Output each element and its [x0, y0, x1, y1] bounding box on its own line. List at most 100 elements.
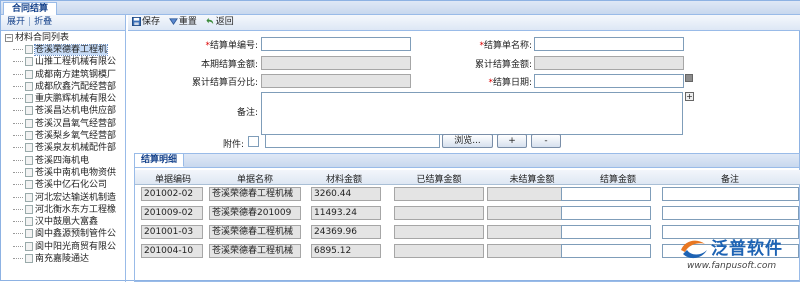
tree-item[interactable]: 汉中鼓凰大富鑫 — [1, 216, 125, 228]
tree-item[interactable]: 苍溪汉昌氧气经营部 — [1, 118, 125, 130]
tree-connector — [13, 208, 23, 210]
back-icon — [206, 17, 213, 25]
document-icon — [25, 118, 33, 128]
tree-item[interactable]: 苍溪昌达机电供应部 — [1, 105, 125, 117]
settle-no-input[interactable] — [261, 37, 411, 51]
document-icon — [25, 94, 33, 104]
grid-header-code: 单据编码 — [154, 175, 191, 185]
settle-name-label: *结算单名称: — [438, 38, 532, 51]
tree-item-label: 南充嘉陵通达 — [35, 254, 90, 265]
tab-strip: 合同结算 — [1, 1, 800, 15]
document-icon — [25, 45, 33, 54]
collapse-link[interactable]: 折叠 — [34, 17, 52, 27]
period-amount-field — [261, 56, 411, 70]
tree-item[interactable]: 河北宏达输送机制造 — [1, 192, 125, 204]
browse-button[interactable]: 浏览... — [442, 134, 493, 148]
row-amount-cell: 3260.44 — [311, 187, 381, 201]
tree-item[interactable]: 河北衡水东方工程橡 — [1, 204, 125, 216]
row-remark-input[interactable] — [662, 206, 799, 220]
tree-item[interactable]: 苍溪梨乡氧气经营部 — [1, 130, 125, 142]
tree-item-label: 苍溪荣德春工程机 — [33, 44, 109, 56]
expand-link[interactable]: 展开 — [7, 17, 25, 27]
row-amount-cell: 6895.12 — [311, 244, 381, 258]
total-percent-label: 累计结算百分比: — [191, 78, 258, 88]
row-settle-amount-input[interactable] — [561, 206, 651, 220]
expand-remark-icon[interactable]: + — [685, 92, 694, 101]
tree-item[interactable]: 苍溪四海机电 — [1, 155, 125, 167]
document-icon — [25, 204, 33, 214]
grid-header: 单据编码 单据名称 材料金额 已结算金额 未结算金额 结算金额 备注 — [135, 170, 800, 185]
tree-item[interactable]: 成都欣鑫汽配经营部 — [1, 81, 125, 93]
tab-contract-settlement[interactable]: 合同结算 — [3, 2, 58, 15]
row-settle-amount-input[interactable] — [561, 225, 651, 239]
tree-item-label: 苍溪昌达机电供应部 — [35, 106, 117, 117]
tree-root[interactable]: − 材料合同列表 — [1, 32, 125, 44]
tree-item[interactable]: 苍溪泉友机械配件部 — [1, 142, 125, 154]
tree-item[interactable]: 苍溪荣德春工程机 — [1, 44, 125, 56]
tree-connector — [13, 184, 23, 186]
row-settled-cell — [394, 225, 484, 239]
remove-attachment-button[interactable]: - — [531, 134, 561, 148]
tree-item-label: 阆中阳光商贸有限公 — [35, 241, 117, 252]
grid-title-bar — [135, 154, 799, 168]
remark-textarea[interactable] — [261, 92, 683, 135]
attach-path-input[interactable] — [265, 134, 440, 148]
tree-item-label: 重庆鹏辉机械有限公 — [35, 94, 117, 105]
tree-connector — [13, 147, 23, 149]
row-name-cell: 苍溪荣德春201009 — [209, 206, 301, 220]
row-remark-input[interactable] — [662, 187, 799, 201]
tree-connector — [13, 135, 23, 137]
row-code-cell: 201002-02 — [141, 187, 203, 201]
add-attachment-button[interactable]: + — [497, 134, 527, 148]
tree-item-label: 山推工程机械有限公 — [35, 57, 117, 68]
row-settled-cell — [394, 244, 484, 258]
row-name-cell: 苍溪荣德春工程机械 — [209, 187, 301, 201]
grid-header-name: 单据名称 — [236, 175, 273, 185]
settle-date-input[interactable] — [534, 74, 684, 88]
tree-item[interactable]: 南充嘉陵通达 — [1, 253, 125, 265]
date-picker-icon[interactable] — [685, 74, 693, 82]
total-amount-field — [534, 56, 684, 70]
tree-item-label: 苍溪中亿石化公司 — [35, 180, 108, 191]
form-toolbar: 保存 重置 返回 — [128, 15, 800, 31]
tree-item[interactable]: 阆中阳光商贸有限公 — [1, 241, 125, 253]
settle-date-label: *结算日期: — [438, 75, 532, 88]
document-icon — [25, 254, 33, 264]
tree-item-label: 苍溪四海机电 — [35, 155, 90, 166]
row-code-cell: 201004-10 — [141, 244, 203, 258]
document-icon — [25, 180, 33, 190]
tree-connector — [13, 98, 23, 100]
row-settle-amount-input[interactable] — [561, 244, 651, 258]
toolbar-separator: | — [28, 17, 32, 27]
document-icon — [25, 155, 33, 165]
row-settle-amount-input[interactable] — [561, 187, 651, 201]
row-name-cell: 苍溪荣德春工程机械 — [209, 244, 301, 258]
grid-header-amount: 材料金额 — [325, 175, 362, 185]
row-code-cell: 201001-03 — [141, 225, 203, 239]
brand-url: www.fanpusoft.com — [687, 261, 777, 271]
back-button[interactable]: 返回 — [206, 15, 234, 30]
tree-item[interactable]: 成都南方建筑钢模厂 — [1, 69, 125, 81]
document-icon — [25, 192, 33, 202]
tree-item[interactable]: 山推工程机械有限公 — [1, 56, 125, 68]
save-button[interactable]: 保存 — [132, 15, 160, 30]
tree-item[interactable]: 苍溪中南机电物资供 — [1, 167, 125, 179]
document-icon — [25, 131, 33, 141]
reset-button[interactable]: 重置 — [168, 15, 197, 30]
grid-header-remark: 备注 — [720, 175, 739, 185]
tree-connector — [13, 61, 23, 63]
document-icon — [25, 81, 33, 91]
reset-label: 重置 — [178, 17, 197, 27]
grid-title-tab[interactable]: 结算明细 — [135, 154, 185, 167]
tree-connector — [13, 233, 23, 235]
tree-toggle-icon[interactable]: − — [5, 33, 13, 42]
remark-label: 备注: — [236, 108, 258, 118]
tree-item[interactable]: 阆中鑫源预制管件公 — [1, 228, 125, 240]
tree-connector — [13, 85, 23, 87]
attach-checkbox[interactable] — [248, 136, 259, 147]
tree-connector — [13, 245, 23, 247]
tree-item[interactable]: 苍溪中亿石化公司 — [1, 179, 125, 191]
save-icon — [132, 17, 141, 26]
settle-name-input[interactable] — [534, 37, 684, 51]
tree-item[interactable]: 重庆鹏辉机械有限公 — [1, 93, 125, 105]
